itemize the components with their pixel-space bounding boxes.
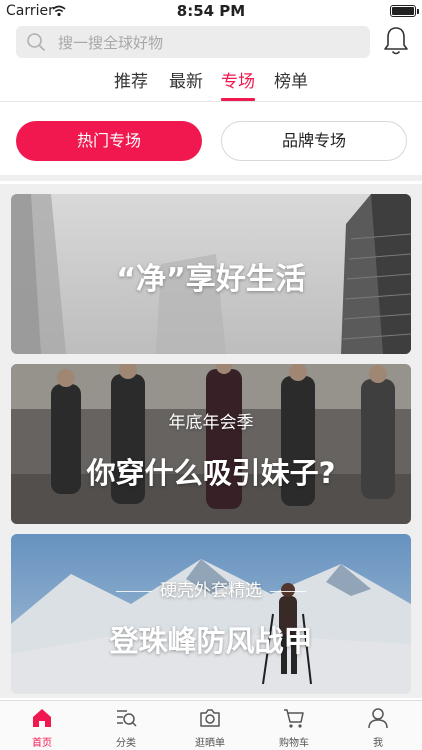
tab-active-indicator bbox=[221, 98, 255, 101]
category-tabs: 推荐 最新 专场 榜单 bbox=[0, 62, 422, 102]
bottom-tab-bar: 首页 分类 逛晒单 购物车 我 bbox=[0, 700, 422, 750]
status-time: 8:54 PM bbox=[176, 2, 246, 20]
tab-ranking[interactable]: 榜单 bbox=[271, 67, 311, 92]
tabbar-me[interactable]: 我 bbox=[336, 701, 420, 750]
banner-title: “净”享好生活 bbox=[116, 262, 306, 297]
tabbar-show[interactable]: 逛晒单 bbox=[168, 701, 252, 750]
banner-clean-living[interactable]: “净”享好生活 bbox=[11, 194, 411, 354]
tabbar-home[interactable]: 首页 bbox=[0, 701, 84, 750]
tabbar-label: 首页 bbox=[32, 738, 52, 749]
segment-control: 热门专场 品牌专场 bbox=[0, 103, 422, 181]
hot-special-button[interactable]: 热门专场 bbox=[16, 121, 202, 161]
tab-recommend[interactable]: 推荐 bbox=[111, 67, 151, 92]
divider-line bbox=[116, 590, 152, 592]
battery-icon bbox=[390, 5, 419, 17]
tabbar-label: 分类 bbox=[116, 738, 136, 749]
bell-icon[interactable] bbox=[383, 26, 409, 56]
search-input[interactable]: 搜一搜全球好物 bbox=[16, 26, 370, 58]
divider-line bbox=[270, 590, 306, 592]
brand-special-button[interactable]: 品牌专场 bbox=[221, 121, 407, 161]
tabbar-label: 我 bbox=[373, 738, 383, 749]
banner-everest-gear[interactable]: 硬壳外套精选 登珠峰防风战甲 bbox=[11, 534, 411, 694]
banner-title: 登珠峰防风战甲 bbox=[109, 624, 313, 658]
banner-subtitle-row: 硬壳外套精选 bbox=[11, 576, 411, 601]
banner-title: 你穿什么吸引妹子? bbox=[86, 456, 336, 490]
tab-latest[interactable]: 最新 bbox=[166, 67, 206, 92]
banner-image-mountain bbox=[11, 534, 411, 694]
battery-level bbox=[392, 7, 414, 15]
tabbar-category[interactable]: 分类 bbox=[84, 701, 168, 750]
banner-annual-party[interactable]: 年底年会季 你穿什么吸引妹子? bbox=[11, 364, 411, 524]
category-icon bbox=[117, 710, 137, 727]
tabbar-label: 购物车 bbox=[279, 738, 309, 749]
camera-icon bbox=[200, 709, 220, 727]
tabbar-label: 逛晒单 bbox=[195, 738, 225, 749]
search-placeholder: 搜一搜全球好物 bbox=[58, 34, 164, 52]
status-bar: Carrier 8:54 PM bbox=[0, 0, 422, 22]
banner-image-men bbox=[11, 364, 411, 524]
banner-subtitle: 硬壳外套精选 bbox=[160, 581, 262, 601]
banner-list[interactable]: “净”享好生活 年底年会季 你穿什么吸引妹子? 硬壳外套精选 登珠峰防风战甲 bbox=[0, 184, 422, 698]
tab-special[interactable]: 专场 bbox=[218, 67, 258, 92]
home-icon bbox=[33, 709, 51, 727]
search-icon bbox=[27, 33, 45, 51]
banner-subtitle: 年底年会季 bbox=[168, 413, 254, 433]
user-icon bbox=[368, 708, 388, 729]
tabbar-cart[interactable]: 购物车 bbox=[252, 701, 336, 750]
cart-icon bbox=[284, 709, 304, 728]
